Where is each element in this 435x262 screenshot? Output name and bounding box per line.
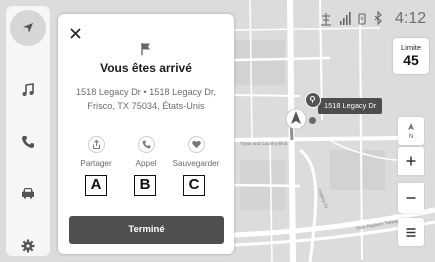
zoom-in-button[interactable] [398, 147, 424, 175]
speed-limit-value: 45 [403, 52, 419, 68]
clock: 4:12 [395, 10, 427, 27]
share-icon [87, 136, 105, 153]
zoom-in-icon [406, 156, 416, 166]
speed-limit-label: Limite [400, 43, 421, 52]
compass-label: N [409, 134, 413, 140]
zoom-out-button[interactable] [398, 183, 424, 213]
callout-marker-a: A [85, 175, 107, 196]
done-button[interactable]: Terminé [69, 216, 224, 244]
callout-marker-c: C [183, 175, 205, 196]
callout-marker-b: B [134, 175, 156, 196]
destination-pin-icon[interactable] [305, 92, 321, 108]
gear-icon [21, 239, 35, 253]
address-line: 1518 Legacy Dr • 1518 Legacy Dr, [75, 87, 217, 97]
arrival-panel: Vous êtes arrivé 1518 Legacy Dr • 1518 L… [58, 14, 234, 254]
sidebar [6, 6, 50, 256]
menu-icon [406, 227, 416, 237]
save-label: Sauvegarder [172, 159, 220, 168]
sidebar-item-phone[interactable] [10, 124, 46, 160]
save-button[interactable]: Sauvegarder [168, 136, 224, 168]
call-button[interactable]: Appel [118, 136, 174, 168]
flag-icon [141, 43, 150, 55]
vehicle-position-icon [285, 108, 307, 130]
compass-icon: N [408, 123, 414, 140]
signal-bars-icon [340, 12, 351, 25]
share-button[interactable]: Partager [68, 136, 124, 168]
address-line: Frisco, TX 75034, États-Unis [87, 101, 205, 111]
heart-icon [187, 136, 205, 153]
zoom-out-icon [406, 197, 416, 199]
share-label: Partager [80, 159, 112, 168]
music-note-icon [22, 83, 34, 96]
sidebar-item-music[interactable] [10, 72, 46, 108]
close-icon [69, 27, 81, 39]
close-button[interactable] [66, 24, 84, 42]
arrival-title: Vous êtes arrivé [100, 61, 192, 75]
car-icon [22, 188, 34, 199]
speed-limit-sign: Limite 45 [393, 38, 429, 74]
destination-address: 1518 Legacy Dr • 1518 Legacy Dr, Frisco,… [68, 85, 224, 113]
street-label: Tryan and Country Blvd [240, 141, 288, 146]
destination-label[interactable]: 1518 Legacy Dr [318, 98, 383, 114]
call-label: Appel [135, 159, 157, 168]
sidebar-item-vehicle[interactable] [10, 175, 46, 211]
destination-dot-icon [309, 117, 316, 124]
compass-button[interactable]: N [398, 117, 424, 145]
phone-icon [22, 136, 34, 148]
sidebar-item-navigation[interactable] [10, 10, 46, 46]
map-menu-button[interactable] [398, 218, 424, 246]
bluetooth-icon [374, 10, 382, 26]
phone-link-icon [358, 13, 366, 25]
navigation-screen: Tryan and Country Blvd Legacy Dr Sam Ray… [0, 0, 435, 262]
antenna-icon [321, 13, 331, 26]
sidebar-item-settings[interactable] [10, 228, 46, 262]
phone-icon [137, 136, 155, 153]
navigation-arrow-icon [23, 23, 33, 33]
